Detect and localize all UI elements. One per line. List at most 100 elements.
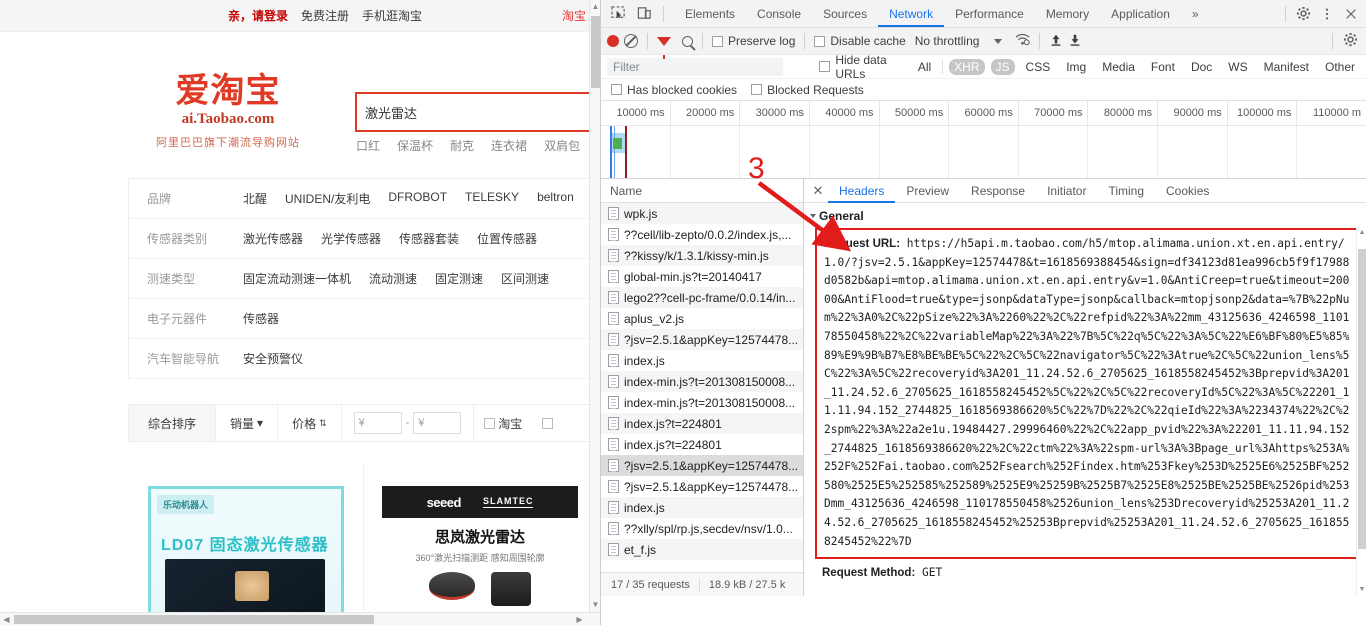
tab-performance[interactable]: Performance bbox=[944, 0, 1035, 27]
page-horizontal-scrollbar[interactable]: ◀ ▶ bbox=[0, 612, 600, 625]
filter-option[interactable]: 安全预警仪 bbox=[243, 350, 303, 367]
settings-gear-icon[interactable] bbox=[1292, 3, 1314, 25]
tab-application[interactable]: Application bbox=[1100, 0, 1181, 27]
filter-option[interactable]: DFROBOT bbox=[388, 190, 447, 207]
requests-column-header[interactable]: Name bbox=[601, 179, 803, 203]
sort-price[interactable]: 价格 ⇅ bbox=[278, 405, 342, 441]
export-har-icon[interactable] bbox=[1068, 33, 1082, 50]
scrollbar-thumb[interactable] bbox=[591, 16, 600, 88]
tab-headers[interactable]: Headers bbox=[828, 179, 895, 203]
type-filter-css[interactable]: CSS bbox=[1021, 59, 1056, 75]
detail-scrollbar[interactable]: ▲ ▼ bbox=[1356, 227, 1366, 596]
scroll-up-icon[interactable]: ▲ bbox=[1357, 227, 1366, 239]
checkbox-icon[interactable] bbox=[712, 35, 723, 47]
wifi-settings-icon[interactable] bbox=[1015, 33, 1031, 49]
blocked-requests-checkbox[interactable]: Blocked Requests bbox=[751, 83, 864, 97]
tab-response[interactable]: Response bbox=[960, 179, 1036, 203]
request-row-selected[interactable]: ?jsv=2.5.1&appKey=12574478... bbox=[601, 455, 803, 476]
request-row[interactable]: index.js?t=224801 bbox=[601, 434, 803, 455]
filter-input[interactable]: Filter bbox=[607, 57, 784, 76]
record-icon[interactable] bbox=[607, 35, 619, 47]
type-filter-font[interactable]: Font bbox=[1146, 59, 1180, 75]
filter-option[interactable]: beltron bbox=[537, 190, 574, 207]
request-row[interactable]: index.js bbox=[601, 497, 803, 518]
filter-option[interactable]: UNIDEN/友利电 bbox=[285, 190, 370, 207]
search-icon[interactable] bbox=[682, 35, 693, 47]
request-row[interactable]: aplus_v2.js bbox=[601, 308, 803, 329]
mobile-taobao-link[interactable]: 手机逛淘宝 bbox=[362, 7, 422, 24]
product-image[interactable]: seeed SLAMTEC 思岚激光雷达 360°激光扫描测距 感知周围轮廓 bbox=[382, 486, 579, 625]
scroll-up-icon[interactable]: ▲ bbox=[590, 0, 600, 14]
close-detail-icon[interactable]: ✕ bbox=[808, 181, 828, 201]
checkbox-icon[interactable] bbox=[611, 84, 622, 95]
checkbox-icon[interactable] bbox=[819, 61, 831, 72]
network-timeline-overview[interactable]: 10000 ms 20000 ms 30000 ms 40000 ms 5000… bbox=[601, 101, 1366, 179]
tab-cookies[interactable]: Cookies bbox=[1155, 179, 1220, 203]
hotword[interactable]: 连衣裙 bbox=[491, 137, 527, 154]
request-row[interactable]: ??xlly/spl/rp.js,secdev/nsv/1.0... bbox=[601, 518, 803, 539]
filter-option[interactable]: 固定流动测速一体机 bbox=[243, 270, 351, 287]
request-row[interactable]: index-min.js?t=201308150008... bbox=[601, 371, 803, 392]
scrollbar-thumb[interactable] bbox=[14, 615, 374, 624]
hotword[interactable]: 耐克 bbox=[450, 137, 474, 154]
close-devtools-icon[interactable] bbox=[1340, 3, 1362, 25]
tab-initiator[interactable]: Initiator bbox=[1036, 179, 1097, 203]
filter-option[interactable]: 位置传感器 bbox=[477, 230, 537, 247]
filter-option[interactable]: 流动测速 bbox=[369, 270, 417, 287]
type-filter-other[interactable]: Other bbox=[1320, 59, 1360, 75]
hotword[interactable]: 双肩包 bbox=[544, 137, 580, 154]
chevron-down-icon[interactable] bbox=[810, 214, 816, 218]
request-url-value[interactable]: https://h5api.m.taobao.com/h5/mtop.alima… bbox=[824, 237, 1349, 548]
checkbox-icon[interactable] bbox=[542, 417, 554, 429]
timeline-body[interactable] bbox=[601, 126, 1366, 178]
sort-comprehensive[interactable]: 综合排序 bbox=[129, 405, 217, 441]
product-image[interactable]: 乐动机器人 LD07 固态激光传感器 bbox=[148, 486, 344, 625]
price-min-input[interactable]: ¥ bbox=[353, 412, 402, 434]
device-toolbar-icon[interactable] bbox=[633, 3, 655, 25]
request-row[interactable]: ??kissy/k/1.3.1/kissy-min.js bbox=[601, 245, 803, 266]
request-row[interactable]: index-min.js?t=201308150008... bbox=[601, 392, 803, 413]
result-card[interactable]: 乐动机器人 LD07 固态激光传感器 bbox=[128, 462, 365, 625]
type-filter-doc[interactable]: Doc bbox=[1186, 59, 1217, 75]
filter-option[interactable]: 传感器 bbox=[243, 310, 279, 327]
requests-list[interactable]: wpk.js ??cell/lib-zepto/0.0.2/index.js,.… bbox=[601, 203, 803, 572]
type-filter-js[interactable]: JS bbox=[990, 58, 1015, 75]
more-tabs-icon[interactable]: » bbox=[1181, 0, 1210, 27]
filter-option[interactable]: 固定测速 bbox=[435, 270, 483, 287]
scrollbar-thumb[interactable] bbox=[1358, 249, 1366, 549]
request-row[interactable]: wpk.js bbox=[601, 203, 803, 224]
topbar-right-link[interactable]: 淘宝 bbox=[562, 7, 586, 24]
filter-option[interactable]: 激光传感器 bbox=[243, 230, 303, 247]
request-row[interactable]: index.js?t=224801 bbox=[601, 413, 803, 434]
import-har-icon[interactable] bbox=[1049, 33, 1063, 50]
scroll-down-icon[interactable]: ▼ bbox=[590, 598, 600, 612]
scroll-down-icon[interactable]: ▼ bbox=[1357, 584, 1366, 596]
filter-funnel-icon[interactable] bbox=[657, 36, 671, 59]
type-filter-img[interactable]: Img bbox=[1061, 59, 1091, 75]
more-options-icon[interactable] bbox=[1316, 3, 1338, 25]
secondary-checkbox[interactable] bbox=[532, 417, 563, 429]
tab-sources[interactable]: Sources bbox=[812, 0, 878, 27]
inspect-element-icon[interactable] bbox=[607, 3, 629, 25]
tab-timing[interactable]: Timing bbox=[1097, 179, 1155, 203]
request-row[interactable]: ??cell/lib-zepto/0.0.2/index.js,... bbox=[601, 224, 803, 245]
request-row[interactable]: ?jsv=2.5.1&appKey=12574478... bbox=[601, 329, 803, 350]
price-max-input[interactable]: ¥ bbox=[413, 412, 462, 434]
search-box[interactable] bbox=[355, 92, 600, 132]
tab-console[interactable]: Console bbox=[746, 0, 812, 27]
tab-preview[interactable]: Preview bbox=[895, 179, 960, 203]
network-settings-gear-icon[interactable] bbox=[1343, 32, 1358, 50]
hotword[interactable]: 保温杯 bbox=[397, 137, 433, 154]
type-filter-manifest[interactable]: Manifest bbox=[1259, 59, 1314, 75]
request-row[interactable]: lego2??cell-pc-frame/0.0.14/in... bbox=[601, 287, 803, 308]
chevron-down-icon[interactable] bbox=[994, 38, 1003, 44]
throttling-select[interactable]: No throttling bbox=[915, 34, 1003, 48]
hide-data-urls-checkbox[interactable]: Hide data URLs bbox=[819, 53, 901, 81]
clear-icon[interactable] bbox=[624, 34, 638, 48]
hotword[interactable]: 口红 bbox=[356, 137, 380, 154]
site-logo[interactable]: 爱淘宝 ai.Taobao.com 阿里巴巴旗下潮流导购网站 bbox=[148, 74, 308, 150]
search-input[interactable] bbox=[357, 94, 600, 130]
disable-cache-checkbox[interactable]: Disable cache bbox=[814, 34, 906, 48]
tab-elements[interactable]: Elements bbox=[674, 0, 746, 27]
request-row[interactable]: index.js bbox=[601, 350, 803, 371]
